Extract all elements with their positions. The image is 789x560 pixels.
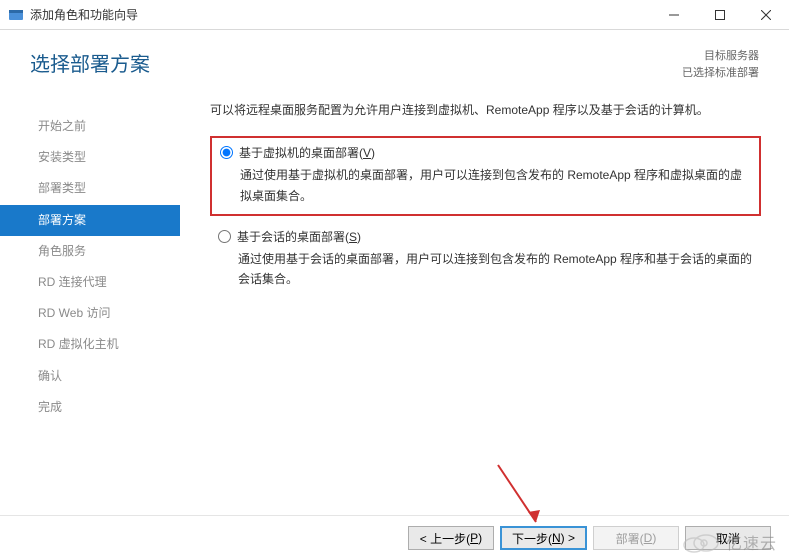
nav-rd-web[interactable]: RD Web 访问 [0, 298, 180, 329]
content-pane: 可以将远程桌面服务配置为允许用户连接到虚拟机、RemoteApp 程序以及基于会… [180, 93, 789, 513]
wizard-footer: < 上一步(P) 下一步(N) > 部署(D) 取消 [0, 515, 789, 560]
nav-before-start[interactable]: 开始之前 [0, 111, 180, 142]
page-title: 选择部署方案 [30, 48, 150, 77]
titlebar: 添加角色和功能向导 [0, 0, 789, 30]
prev-button[interactable]: < 上一步(P) [408, 526, 494, 550]
nav-rd-vhost[interactable]: RD 虚拟化主机 [0, 329, 180, 360]
nav-deploy-type[interactable]: 部署类型 [0, 173, 180, 204]
cancel-button[interactable]: 取消 [685, 526, 771, 550]
radio-session-based[interactable] [218, 230, 231, 243]
minimize-button[interactable] [651, 0, 697, 30]
nav-install-type[interactable]: 安装类型 [0, 142, 180, 173]
intro-text: 可以将远程桌面服务配置为允许用户连接到虚拟机、RemoteApp 程序以及基于会… [210, 101, 761, 120]
close-button[interactable] [743, 0, 789, 30]
option-vm-desc: 通过使用基于虚拟机的桌面部署，用户可以连接到包含发布的 RemoteApp 程序… [240, 165, 751, 206]
nav-sidebar: 开始之前 安装类型 部署类型 部署方案 角色服务 RD 连接代理 RD Web … [0, 93, 180, 513]
deployment-selected-label: 已选择标准部署 [682, 65, 759, 82]
maximize-button[interactable] [697, 0, 743, 30]
option-session-group: 基于会话的桌面部署(S) 通过使用基于会话的桌面部署，用户可以连接到包含发布的 … [210, 222, 761, 298]
option-session-desc: 通过使用基于会话的桌面部署，用户可以连接到包含发布的 RemoteApp 程序和… [238, 249, 753, 290]
target-server-label: 目标服务器 [682, 48, 759, 65]
wizard-header: 选择部署方案 目标服务器 已选择标准部署 [0, 30, 789, 93]
nav-role-services[interactable]: 角色服务 [0, 236, 180, 267]
app-icon [8, 7, 24, 23]
radio-session-label[interactable]: 基于会话的桌面部署(S) [237, 228, 361, 245]
nav-rd-broker[interactable]: RD 连接代理 [0, 267, 180, 298]
radio-vm-label[interactable]: 基于虚拟机的桌面部署(V) [239, 144, 375, 161]
radio-vm-based[interactable] [220, 146, 233, 159]
option-vm-group: 基于虚拟机的桌面部署(V) 通过使用基于虚拟机的桌面部署，用户可以连接到包含发布… [210, 136, 761, 216]
wizard-body: 开始之前 安装类型 部署类型 部署方案 角色服务 RD 连接代理 RD Web … [0, 93, 789, 513]
next-button[interactable]: 下一步(N) > [500, 526, 587, 550]
nav-confirm[interactable]: 确认 [0, 361, 180, 392]
nav-deploy-scheme[interactable]: 部署方案 [0, 205, 180, 236]
header-info: 目标服务器 已选择标准部署 [682, 48, 759, 81]
nav-complete[interactable]: 完成 [0, 392, 180, 423]
window-title: 添加角色和功能向导 [30, 6, 651, 23]
window-controls [651, 0, 789, 29]
deploy-button: 部署(D) [593, 526, 679, 550]
